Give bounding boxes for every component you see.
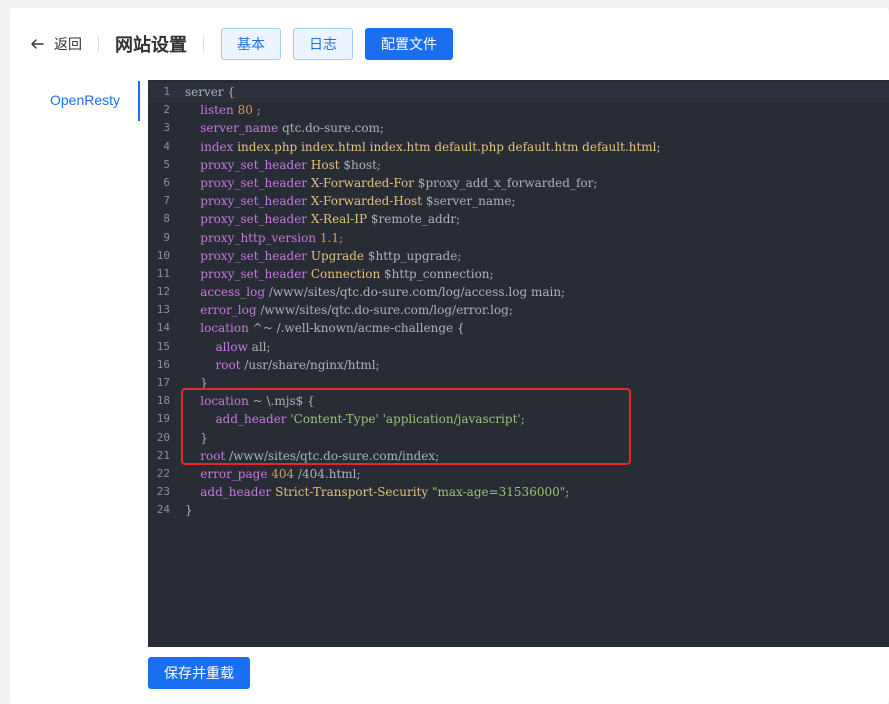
code-line[interactable]: index index.php index.html index.htm def… [185,138,660,156]
side-tab-openresty[interactable]: OpenResty [44,81,138,119]
code-line[interactable]: error_page 404 /404.html; [185,465,661,483]
line-number: 9 [163,230,170,244]
code-line[interactable]: server { [185,83,661,101]
code-line[interactable]: proxy_set_header X-Real-IP $remote_addr; [185,210,661,228]
line-number: 2 [163,103,170,117]
line-number: 4 [163,139,170,153]
code-line[interactable]: } [185,501,661,519]
line-number: 7 [163,194,170,208]
header-divider [98,36,99,52]
line-number: 14 [156,321,170,335]
code-editor[interactable]: 1 2 3 4 5 6 7 8 9 10 11 12 13 14 15 16 17 18 19 20 21 22 23 24 … [148,80,889,647]
code-line[interactable]: access_log /www/sites/qtc.do-sure.com/lo… [185,283,661,301]
settings-card: 返回 网站设置 基本 日志 配置文件 OpenResty 1 2 3 4 5 6 7 8 9 10… [10,8,889,704]
back-label: 返回 [54,37,82,53]
side-tabs: OpenResty [44,81,140,121]
line-number: 10 [156,248,170,262]
code-line[interactable]: add_header Strict-Transport-Security "ma… [185,483,661,501]
code-line[interactable]: proxy_set_header X-Forwarded-Host $serve… [185,192,661,210]
code-line[interactable]: error_log /www/sites/qtc.do-sure.com/log… [185,301,661,319]
header-divider [203,36,204,52]
arrow-left-icon [31,39,44,49]
line-number: 16 [156,357,170,371]
tab-config-file[interactable]: 配置文件 [365,28,453,60]
line-number: 3 [163,121,170,135]
code-line[interactable]: allow all; [185,338,661,356]
line-number: 21 [156,448,170,462]
line-number: 19 [156,412,170,426]
line-number: 24 [156,503,170,517]
code-line[interactable]: proxy_set_header Host $host; [185,156,661,174]
line-number: 20 [156,430,170,444]
code-line[interactable]: proxy_set_header Connection $http_connec… [185,265,661,283]
annotation-highlight-box [181,388,631,465]
line-number: 15 [156,339,170,353]
code-line[interactable]: server_name qtc.do-sure.com; [185,119,661,137]
line-number: 22 [156,466,170,480]
line-number: 1 [163,85,170,98]
line-number: 18 [156,394,170,408]
tab-basic[interactable]: 基本 [221,28,281,60]
line-number: 17 [156,376,170,389]
line-number: 11 [156,266,170,280]
code-line[interactable]: root /usr/share/nginx/html; [185,356,661,374]
code-line[interactable]: proxy_http_version 1.1; [185,229,661,247]
line-number-gutter: 1 2 3 4 5 6 7 8 9 10 11 12 13 14 15 16 17 18 19 20 21 22 23 24 [148,83,176,520]
back-button[interactable]: 返回 [29,34,82,54]
code-line[interactable]: location ^~ /.well-known/acme-challenge … [185,319,661,337]
code-line[interactable]: listen 80 ; [185,101,661,119]
line-number: 6 [163,175,170,189]
code-line[interactable]: proxy_set_header Upgrade $http_upgrade; [185,247,661,265]
page-title: 网站设置 [115,35,187,56]
line-number: 13 [156,303,170,317]
page-header: 返回 网站设置 基本 日志 配置文件 [10,28,889,60]
line-number: 5 [163,157,170,171]
line-number: 12 [156,285,170,299]
line-number: 23 [156,485,170,499]
code-line[interactable]: proxy_set_header X-Forwarded-For $proxy_… [185,174,661,192]
save-reload-button[interactable]: 保存并重载 [148,657,250,689]
tab-log[interactable]: 日志 [293,28,353,60]
line-number: 8 [163,212,170,226]
